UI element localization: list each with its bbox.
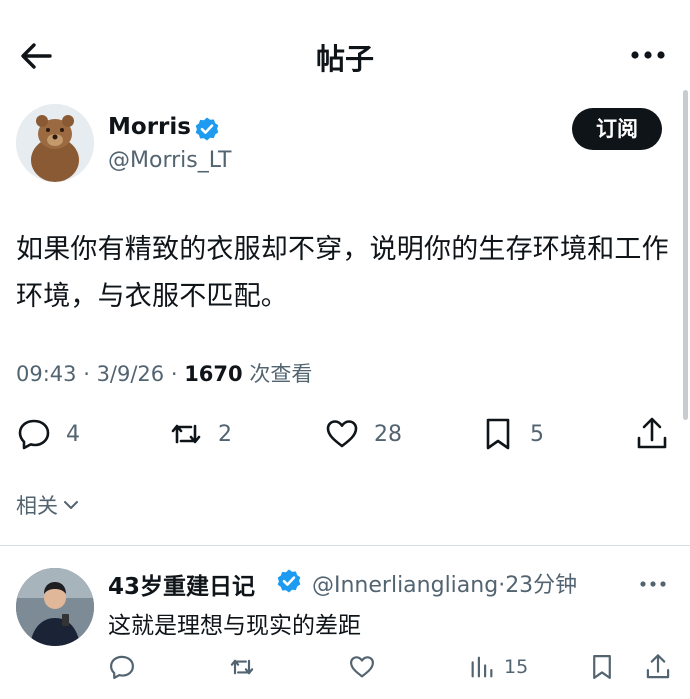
author-handle[interactable]: @Morris_LT [108,148,231,173]
reply-views-button[interactable]: 15 [468,650,528,684]
bookmark-count: 5 [530,421,544,447]
view-count: 1670 [184,362,243,386]
reply-reply-button[interactable] [108,650,136,684]
post-date[interactable]: 3/9/26 [97,362,165,386]
verified-badge-icon [194,116,220,142]
reply-author-meta: @Innerliangliang·23分钟 [312,567,577,599]
meta-separator: · [164,362,185,386]
post-action-bar: 4 2 28 5 [0,412,690,456]
reply-item[interactable]: 43岁重建日记 @Innerliangliang·23分钟 这就是理想与现实的差… [0,546,690,699]
repost-button[interactable]: 2 [168,412,232,456]
reply-bookmark-button[interactable] [588,650,616,684]
chevron-down-icon [64,501,78,509]
share-button[interactable] [634,412,670,456]
reply-button[interactable]: 4 [16,412,80,456]
page-title: 帖子 [315,42,374,76]
more-options-icon[interactable] [628,40,668,70]
scrollbar[interactable] [683,90,688,420]
related-toggle[interactable]: 相关 [16,490,80,520]
reply-icon [110,655,134,679]
heart-icon [350,656,374,678]
meta-separator: · [76,362,97,386]
share-icon [646,654,670,679]
reply-icon [18,419,50,450]
top-bar: 帖子 [0,0,690,100]
reply-view-count: 15 [504,656,529,678]
post-time[interactable]: 09:43 [16,362,77,386]
repost-count: 2 [218,421,232,447]
like-button[interactable]: 28 [324,412,402,456]
reply-author-name[interactable]: 43岁重建日记 [108,567,255,601]
analytics-icon [471,656,493,678]
subscribe-button[interactable]: 订阅 [572,108,662,150]
heart-icon [326,420,358,448]
reply-count: 4 [66,421,80,447]
reply-action-bar: 15 [0,650,690,684]
like-count: 28 [374,421,402,447]
reply-time[interactable]: 23分钟 [505,573,577,598]
bookmark-button[interactable]: 5 [480,412,544,456]
reply-repost-button[interactable] [228,650,256,684]
author-name[interactable]: Morris [108,114,191,140]
reply-share-button[interactable] [644,650,672,684]
share-icon [637,417,667,449]
bookmark-icon [593,655,611,679]
verified-badge-icon [276,568,302,594]
repost-icon [230,659,254,675]
repost-icon [171,424,201,444]
post-text: 如果你有精致的衣服却不穿，说明你的生存环境和工作环境，与衣服不匹配。 [16,234,669,312]
post-meta: 09:43 · 3/9/26 · 1670 次查看 [16,358,312,388]
reply-text: 这就是理想与现实的差距 [108,613,361,639]
reply-more-options-icon[interactable] [638,574,668,594]
bookmark-icon [486,418,510,450]
reply-author-handle[interactable]: @Innerliangliang [312,573,498,598]
author-avatar[interactable] [16,104,94,182]
views-label: 次查看 [249,362,313,386]
related-label: 相关 [16,494,58,518]
reply-like-button[interactable] [348,650,376,684]
reply-author-avatar[interactable] [16,568,94,646]
